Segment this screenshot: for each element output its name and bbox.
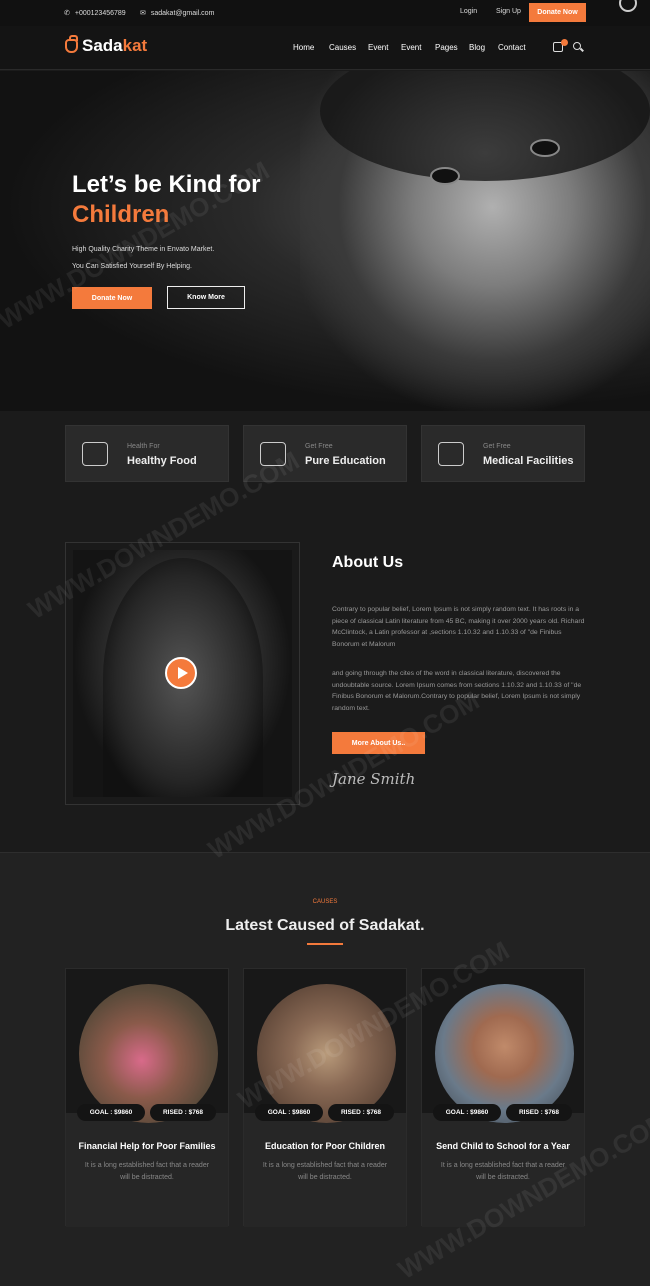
hero-subtitle-line2: You Can Satisfied Yourself By Helping. [72,263,192,270]
mail-icon: ✉ [140,10,146,17]
hero-title-line1: Let’s be Kind for [72,171,261,198]
cause-photo-children [257,984,396,1123]
cause-photo-girl [79,984,218,1123]
cause-description: It is a long established fact that a rea… [262,1162,388,1181]
cause-photo-boys [435,984,574,1123]
email-contact[interactable]: ✉ sadakat@gmail.com [140,0,214,26]
hero-subtitle-line1: High Quality Charity Theme in Envato Mar… [72,246,215,253]
medicine-icon [438,442,464,466]
top-bar: ✆ +000123456789 ✉ sadakat@gmail.com Logi… [0,0,650,26]
login-link[interactable]: Login [460,8,477,15]
hero-title: Let’s be Kind for Children [72,170,260,230]
nav-item-contact[interactable]: Contact [498,43,526,52]
feature-kicker: Get Free [483,443,511,450]
cause-card-3[interactable]: GOAL : $9860 RISED : $768 Send Child to … [421,968,585,1227]
email-address: sadakat@gmail.com [150,9,215,17]
nav-item-home[interactable]: Home [293,43,314,52]
feature-title: Pure Education [305,455,386,467]
goal-pill: GOAL : $9860 [433,1104,501,1121]
feature-card-medical[interactable]: Get Free Medical Facilities [421,425,585,482]
feature-title: Healthy Food [127,455,197,467]
cause-title[interactable]: Financial Help for Poor Families [66,1141,228,1151]
hero-know-more-button[interactable]: Know More [167,286,245,309]
cause-description: It is a long established fact that a rea… [84,1162,210,1181]
search-icon[interactable] [573,42,581,50]
feature-title: Medical Facilities [483,455,574,467]
features-strip: Health For Healthy Food Get Free Pure Ed… [0,411,650,511]
nav-item-event[interactable]: Event [368,43,388,52]
feature-card-food[interactable]: Health For Healthy Food [65,425,229,482]
nav-item-blog[interactable]: Blog [469,43,485,52]
cause-card-1[interactable]: GOAL : $9860 RISED : $768 Financial Help… [65,968,229,1227]
goal-pill: GOAL : $9860 [255,1104,323,1121]
signature: Jane Smith [332,770,416,788]
raised-pill: RISED : $768 [506,1104,572,1121]
cause-title[interactable]: Education for Poor Children [244,1141,406,1151]
nav-item-event-2[interactable]: Event [401,43,421,52]
raised-pill: RISED : $768 [328,1104,394,1121]
logo-text-part1: Sada [82,36,123,55]
hero-donate-button[interactable]: Donate Now [72,287,152,309]
logo-text-part2: kat [122,36,148,55]
cause-title[interactable]: Send Child to School for a Year [422,1141,584,1151]
phone-contact[interactable]: ✆ +000123456789 [64,0,126,26]
signup-link[interactable]: Sign Up [496,8,521,15]
nav-item-causes[interactable]: Causes [329,43,356,52]
phone-number: +000123456789 [74,9,126,17]
phone-icon: ✆ [64,10,70,17]
more-about-us-button[interactable]: More About Us.. [332,732,425,754]
hero-banner: Let’s be Kind for Children High Quality … [0,71,650,411]
about-paragraph-1: Contrary to popular belief, Lorem Ipsum … [332,606,585,648]
nav-item-pages[interactable]: Pages [435,43,458,52]
donate-now-button-top[interactable]: Donate Now [529,3,586,22]
feature-card-education[interactable]: Get Free Pure Education [243,425,407,482]
cause-description: It is a long established fact that a rea… [440,1162,566,1181]
logo[interactable]: Sadakat [65,35,148,56]
hero-title-line2: Children [72,201,170,228]
about-paragraph-2: and going through the cites of the word … [332,670,582,712]
causes-title: Latest Caused of Sadakat. [225,917,425,934]
hero-child-eye-right [530,139,560,157]
cart-badge [561,39,568,46]
raised-pill: RISED : $768 [150,1104,216,1121]
goal-pill: GOAL : $9860 [77,1104,145,1121]
feature-kicker: Health For [127,443,160,450]
causes-tag: CAUSES [312,899,338,905]
hero-subtitle: High Quality Charity Theme in Envato Mar… [72,241,214,275]
food-bowl-icon [82,442,108,466]
feature-kicker: Get Free [305,443,333,450]
cause-card-2[interactable]: GOAL : $9860 RISED : $768 Education for … [243,968,407,1227]
main-nav: Sadakat Home Causes Event Event Pages Bl… [0,26,650,70]
backpack-icon [260,442,286,466]
circle-icon [619,0,637,12]
about-title: About Us [332,554,404,571]
causes-title-underline [307,943,343,945]
money-bag-icon [65,35,78,53]
play-video-icon[interactable] [165,657,197,689]
hero-child-eye-left [430,167,460,185]
